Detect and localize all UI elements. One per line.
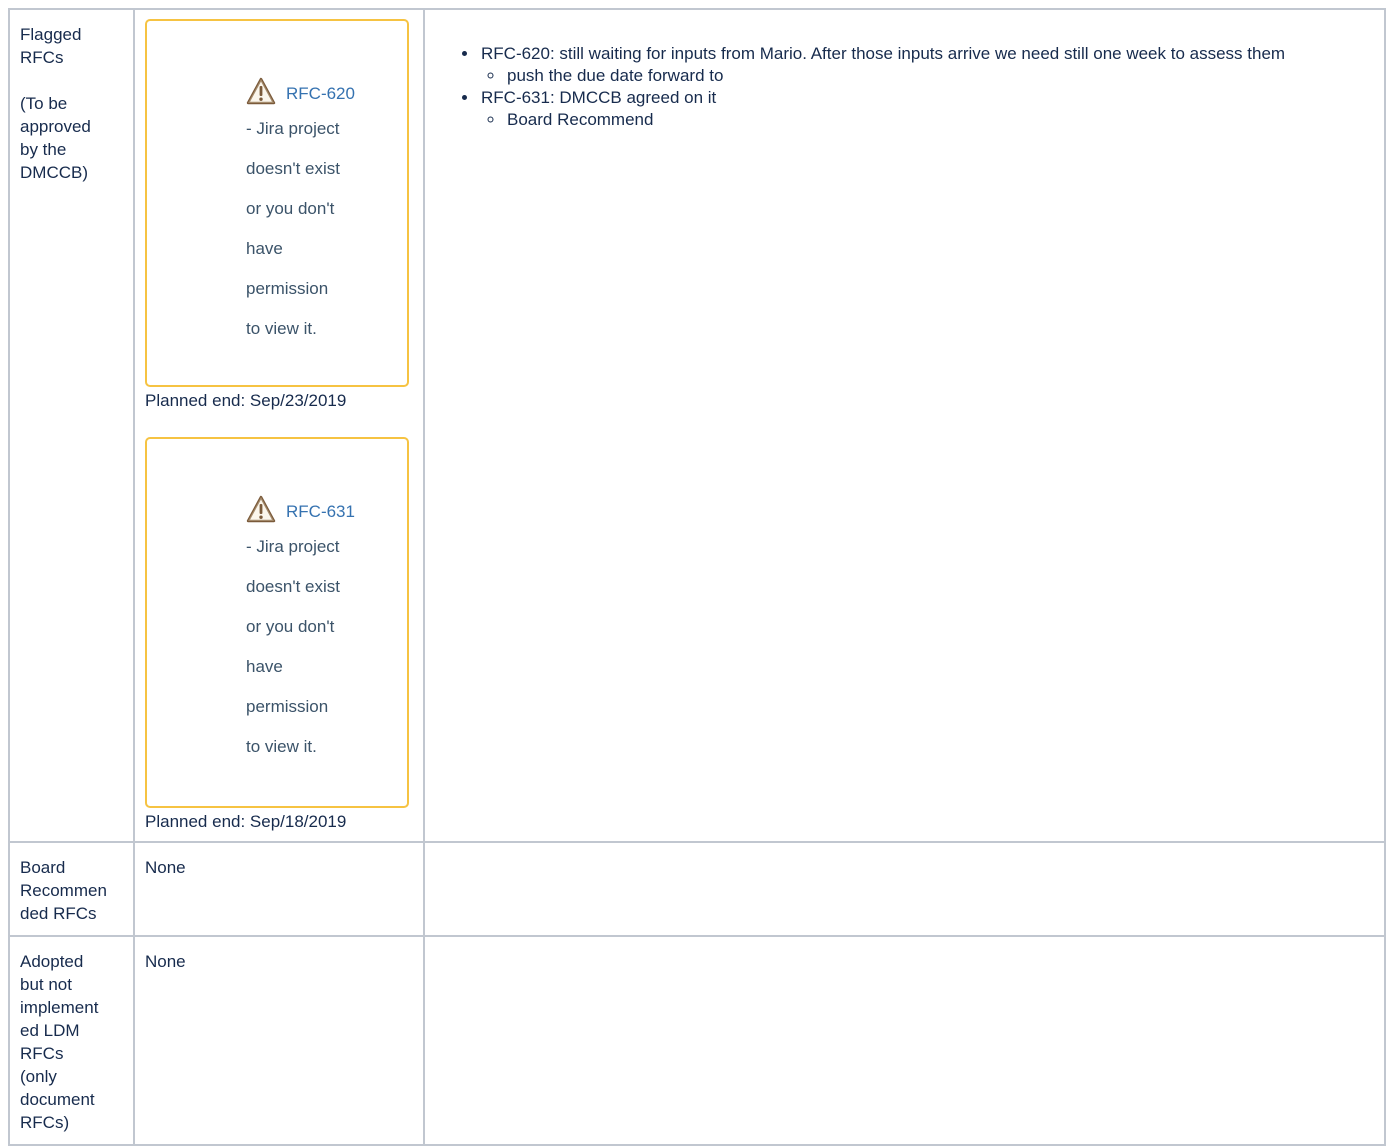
table-row-flagged-rfcs: Flagged RFCs (To be approved by the DMCC… [8, 8, 1386, 843]
jira-issue-link-rfc-631[interactable]: RFC-631 [286, 501, 355, 523]
jira-error-message-line: - Jira project [246, 537, 340, 556]
jira-issue-link-rfc-620[interactable]: RFC-620 [286, 83, 355, 105]
table-row-board-recommended-rfcs: Board Recommen ded RFCs None [8, 841, 1386, 937]
note-sub-item: Board Recommend [505, 109, 1374, 131]
note-item: RFC-620: still waiting for inputs from M… [479, 43, 1374, 87]
label-line: (only [20, 1067, 57, 1086]
jira-error-message-line: permission [246, 279, 329, 298]
label-line: (To be [20, 94, 68, 113]
jira-issue-macro-rfc-620: RFC-620 - Jira project doesn't exist or … [145, 19, 409, 387]
label-line: ded RFCs [20, 904, 97, 923]
notes-list: RFC-620: still waiting for inputs from M… [455, 43, 1374, 131]
jira-error-message-line: - Jira project [246, 119, 340, 138]
jira-issue-header: RFC-620 [246, 77, 407, 105]
adopted-not-implemented-notes-cell [423, 935, 1386, 1146]
board-recommended-notes-cell [423, 841, 1386, 937]
label-spacer [20, 69, 123, 92]
label-line: Recommen [20, 881, 107, 900]
jira-error-message-line: doesn't exist [246, 159, 340, 178]
adopted-not-implemented-value: None [133, 935, 425, 1146]
label-line: approved [20, 117, 91, 136]
label-line: RFCs) [20, 1113, 70, 1132]
label-line: RFCs [20, 1044, 64, 1063]
jira-issue-macro-rfc-631: RFC-631 - Jira project doesn't exist or … [145, 437, 409, 808]
label-line: RFCs [20, 48, 64, 67]
rfc-status-table: Flagged RFCs (To be approved by the DMCC… [8, 8, 1386, 1146]
board-recommended-value: None [133, 841, 425, 937]
label-line: but not [20, 975, 72, 994]
jira-error-message-line: have [246, 657, 283, 676]
jira-issue-header: RFC-631 [246, 495, 407, 523]
row-label-flagged-rfcs: Flagged RFCs (To be approved by the DMCC… [8, 8, 135, 843]
warning-triangle-icon [246, 77, 276, 105]
note-sub-list: Board Recommend [481, 109, 1374, 131]
table-row-adopted-not-implemented: Adopted but not implement ed LDM RFCs (o… [8, 935, 1386, 1146]
planned-end-date: Planned end: Sep/23/2019 [145, 391, 347, 410]
note-sub-item: push the due date forward to [505, 65, 1374, 87]
jira-error-message-line: permission [246, 697, 329, 716]
flagged-rfcs-issues-cell: RFC-620 - Jira project doesn't exist or … [133, 8, 425, 843]
row-label-board-recommended-rfcs: Board Recommen ded RFCs [8, 841, 135, 937]
jira-error-message-line: or you don't [246, 617, 335, 636]
label-line: Flagged [20, 25, 82, 44]
note-text: RFC-620: still waiting for inputs from M… [481, 44, 1286, 63]
note-sub-list: push the due date forward to [481, 65, 1374, 87]
note-item: RFC-631: DMCCB agreed on it Board Recomm… [479, 87, 1374, 131]
flagged-rfcs-notes-cell: RFC-620: still waiting for inputs from M… [423, 8, 1386, 843]
planned-end-date: Planned end: Sep/18/2019 [145, 812, 347, 831]
label-line: implement [20, 998, 99, 1017]
label-line: document [20, 1090, 95, 1109]
row-label-adopted-not-implemented: Adopted but not implement ed LDM RFCs (o… [8, 935, 135, 1146]
jira-error-message-line: to view it. [246, 319, 317, 338]
label-line: ed LDM [20, 1021, 80, 1040]
label-line: by the [20, 140, 67, 159]
label-line: DMCCB) [20, 163, 88, 182]
label-line: Board [20, 858, 66, 877]
jira-error-message-line: doesn't exist [246, 577, 340, 596]
label-line: Adopted [20, 952, 84, 971]
note-text: RFC-631: DMCCB agreed on it [481, 88, 717, 107]
jira-error-message-line: or you don't [246, 199, 335, 218]
warning-triangle-icon [246, 495, 276, 523]
jira-error-message-line: to view it. [246, 737, 317, 756]
jira-error-message-line: have [246, 239, 283, 258]
